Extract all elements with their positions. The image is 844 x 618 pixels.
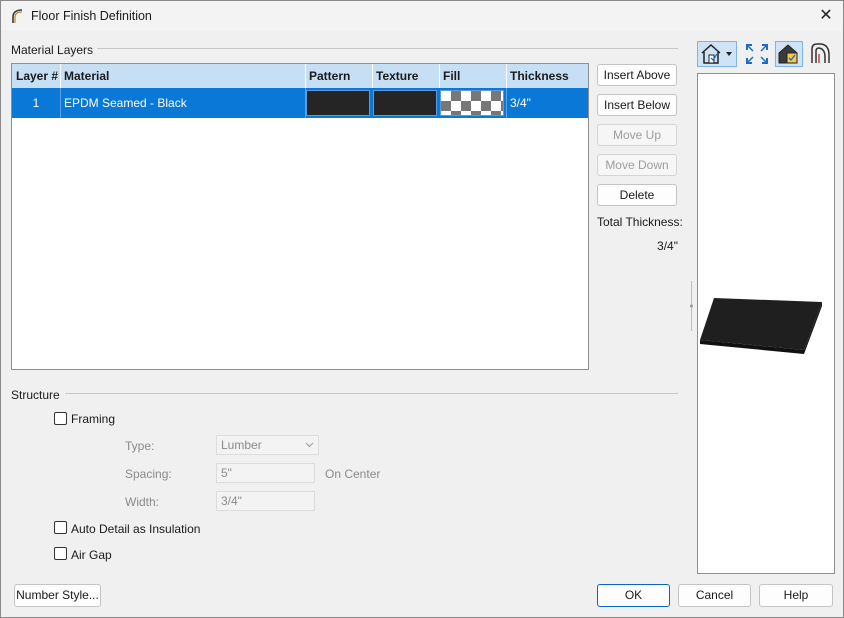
layers-view-icon xyxy=(811,43,830,63)
column-header-layer[interactable]: Layer # xyxy=(12,64,60,88)
cell-fill-swatch[interactable] xyxy=(440,90,504,116)
cell-texture-swatch[interactable] xyxy=(373,90,437,116)
auto-detail-label[interactable]: Auto Detail as Insulation xyxy=(71,522,200,536)
type-select[interactable]: Lumber xyxy=(216,435,319,455)
total-thickness-label: Total Thickness: xyxy=(597,215,683,229)
spacing-field[interactable]: 5" xyxy=(216,463,315,483)
air-gap-checkbox[interactable] xyxy=(54,547,67,560)
width-label: Width: xyxy=(125,495,160,509)
dialog-window: Floor Finish Definition ✕ Material Layer… xyxy=(0,0,844,618)
delete-button[interactable]: Delete xyxy=(597,184,677,206)
type-label: Type: xyxy=(125,439,155,453)
color-on-button[interactable] xyxy=(775,41,803,67)
framing-label[interactable]: Framing xyxy=(71,412,115,426)
insert-above-button[interactable]: Insert Above xyxy=(597,64,677,86)
column-header-thickness[interactable]: Thickness xyxy=(506,64,588,88)
structure-label: Structure xyxy=(11,388,60,402)
framing-checkbox[interactable] xyxy=(54,412,67,425)
house-view-button[interactable] xyxy=(697,41,737,67)
window-title: Floor Finish Definition xyxy=(31,9,152,23)
chevron-down-icon xyxy=(305,442,314,448)
color-on-icon xyxy=(778,44,798,64)
house-view-icon xyxy=(701,43,732,64)
column-header-fill[interactable]: Fill xyxy=(439,64,506,88)
preview-pane[interactable] xyxy=(697,73,835,574)
material-layers-divider xyxy=(97,48,678,49)
column-header-texture[interactable]: Texture xyxy=(372,64,439,88)
width-field[interactable]: 3/4" xyxy=(216,491,315,511)
move-down-button[interactable]: Move Down xyxy=(597,154,677,176)
app-arch-icon xyxy=(12,9,23,23)
close-icon[interactable]: ✕ xyxy=(814,5,838,27)
insert-below-button[interactable]: Insert Below xyxy=(597,94,677,116)
material-layers-label: Material Layers xyxy=(11,43,94,57)
cell-layer-number: 1 xyxy=(32,96,40,110)
layers-view-button[interactable] xyxy=(807,41,835,67)
column-header-pattern[interactable]: Pattern xyxy=(305,64,372,88)
table-header: Layer # Material Pattern Texture Fill Th… xyxy=(12,64,588,88)
move-up-button[interactable]: Move Up xyxy=(597,124,677,146)
ok-button[interactable]: OK xyxy=(597,584,670,607)
cell-material[interactable]: EPDM Seamed - Black xyxy=(60,88,305,118)
cell-thickness[interactable]: 3/4" xyxy=(506,88,588,118)
spacing-label: Spacing: xyxy=(125,467,172,481)
help-button[interactable]: Help xyxy=(759,584,833,607)
structure-divider xyxy=(65,393,678,394)
fit-to-window-icon xyxy=(746,44,768,64)
column-header-material[interactable]: Material xyxy=(60,64,305,88)
type-select-value: Lumber xyxy=(221,438,262,452)
on-center-label: On Center xyxy=(325,467,381,481)
preview-render xyxy=(700,298,822,354)
cancel-button[interactable]: Cancel xyxy=(678,584,751,607)
fit-to-window-button[interactable] xyxy=(743,41,771,67)
number-style-button[interactable]: Number Style... xyxy=(14,584,101,607)
auto-detail-checkbox[interactable] xyxy=(54,521,67,534)
material-layers-table[interactable]: Layer # Material Pattern Texture Fill Th… xyxy=(11,63,589,370)
total-thickness-value: 3/4" xyxy=(657,239,678,253)
dropdown-arrow-icon xyxy=(726,52,732,56)
air-gap-label[interactable]: Air Gap xyxy=(71,548,112,562)
table-row[interactable]: 1 EPDM Seamed - Black 3/4" xyxy=(12,88,588,118)
title-bar: Floor Finish Definition ✕ xyxy=(1,1,843,31)
pane-splitter[interactable] xyxy=(690,281,693,331)
cell-pattern-swatch[interactable] xyxy=(306,90,370,116)
